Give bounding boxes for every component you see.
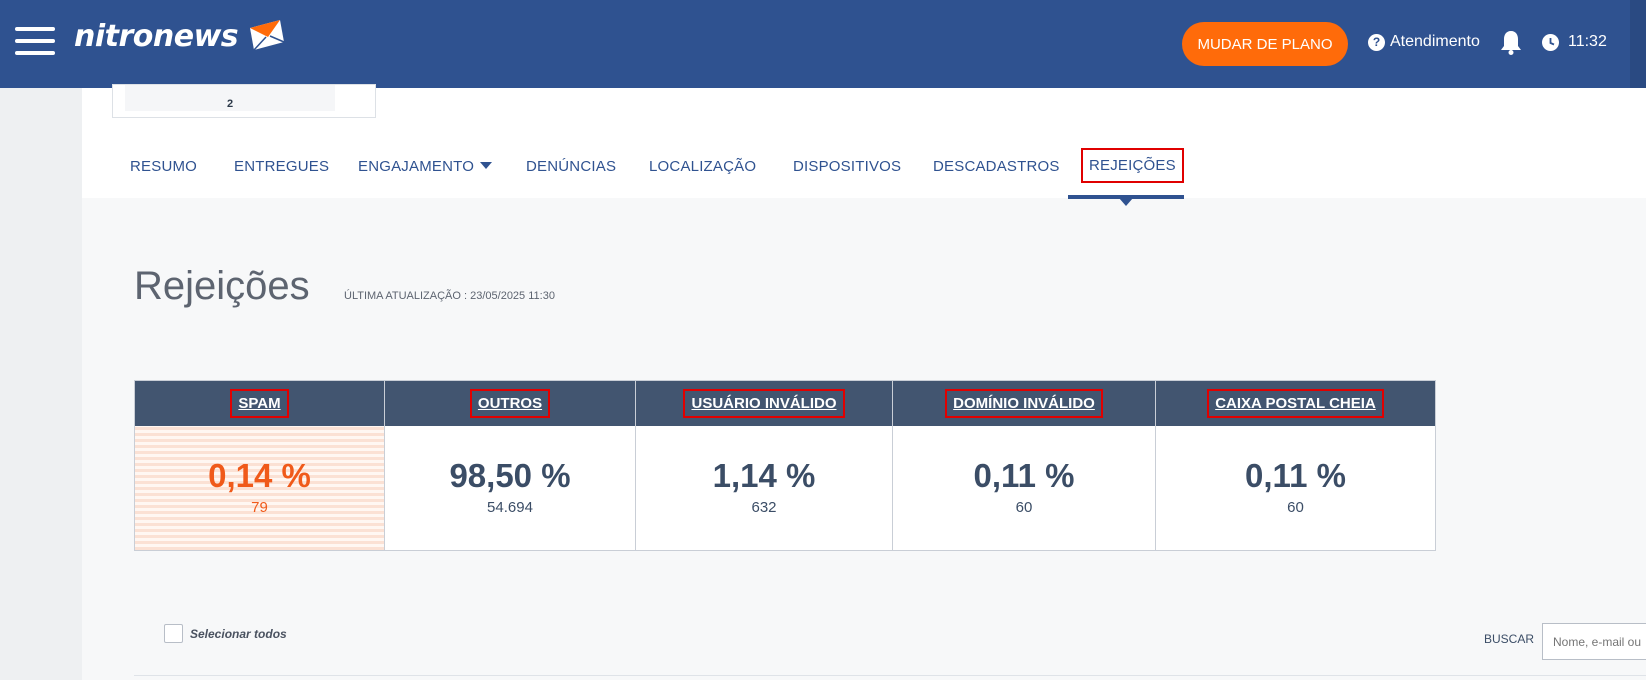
search-label: BUSCAR xyxy=(1484,632,1535,646)
stat-spam[interactable]: SPAM 0,14 % 79 xyxy=(135,381,385,550)
change-plan-button[interactable]: MUDAR DE PLANO xyxy=(1182,22,1348,66)
stat-caixa-postal-cheia-link[interactable]: CAIXA POSTAL CHEIA xyxy=(1207,389,1384,418)
tab-descadastros[interactable]: DESCADASTROS xyxy=(933,158,1060,175)
last-update: ÚLTIMA ATUALIZAÇÃO : 23/05/2025 11:30 xyxy=(344,290,555,302)
rejections-stats-table: SPAM 0,14 % 79 OUTROS 98,50 % 54.694 USU… xyxy=(134,380,1436,551)
bell-icon[interactable] xyxy=(1500,29,1522,55)
select-all[interactable]: Selecionar todos xyxy=(164,624,287,643)
stat-header: DOMÍNIO INVÁLIDO xyxy=(893,381,1155,426)
top-navbar: nitronews MUDAR DE PLANO ? Atendimento 1… xyxy=(0,0,1646,88)
tab-localizacao[interactable]: LOCALIZAÇÃO xyxy=(649,158,756,175)
clock-icon xyxy=(1542,33,1559,51)
scrollbar[interactable] xyxy=(1630,0,1646,88)
help-icon: ? xyxy=(1368,33,1385,51)
left-margin xyxy=(0,88,82,680)
stat-header: CAIXA POSTAL CHEIA xyxy=(1156,381,1435,426)
stat-spam-count: 79 xyxy=(251,499,268,516)
stat-outros-count: 54.694 xyxy=(487,499,533,516)
stat-header: SPAM xyxy=(135,381,384,426)
caret-down-icon xyxy=(480,162,493,169)
stat-dominio-invalido[interactable]: DOMÍNIO INVÁLIDO 0,11 % 60 xyxy=(893,381,1156,550)
stat-caixa-postal-cheia[interactable]: CAIXA POSTAL CHEIA 0,11 % 60 xyxy=(1156,381,1435,550)
stat-usuario-invalido-count: 632 xyxy=(751,499,777,516)
stat-outros-link[interactable]: OUTROS xyxy=(469,389,551,418)
tab-denuncias[interactable]: DENÚNCIAS xyxy=(526,158,616,175)
stat-dominio-invalido-percent: 0,11 % xyxy=(973,457,1075,494)
stat-dominio-invalido-count: 60 xyxy=(1015,499,1033,516)
select-all-label: Selecionar todos xyxy=(190,626,287,641)
stat-caixa-postal-cheia-percent: 0,11 % xyxy=(1245,457,1346,494)
stat-body: 0,14 % 79 xyxy=(135,426,384,550)
tab-resumo[interactable]: RESUMO xyxy=(130,158,197,175)
stat-body: 98,50 % 54.694 xyxy=(385,426,635,550)
stat-header: OUTROS xyxy=(385,381,635,426)
previous-card: 2 xyxy=(112,84,376,118)
stat-header: USUÁRIO INVÁLIDO xyxy=(636,381,892,426)
tab-engajamento[interactable]: ENGAJAMENTO xyxy=(358,158,493,175)
stat-body: 0,11 % 60 xyxy=(893,426,1155,550)
stat-usuario-invalido-percent: 1,14 % xyxy=(712,457,816,494)
stat-body: 0,11 % 60 xyxy=(1156,426,1435,550)
envelope-logo-icon xyxy=(250,20,285,51)
hamburger-menu-icon[interactable] xyxy=(15,27,55,57)
clock: 11:32 xyxy=(1542,33,1607,51)
search-input[interactable] xyxy=(1542,623,1646,660)
previous-card-value: 2 xyxy=(125,85,335,111)
tab-engajamento-label: ENGAJAMENTO xyxy=(358,158,475,175)
clock-time: 11:32 xyxy=(1568,33,1607,50)
divider xyxy=(134,675,1646,676)
stat-usuario-invalido-link[interactable]: USUÁRIO INVÁLIDO xyxy=(683,389,845,418)
support-link[interactable]: ? Atendimento xyxy=(1368,33,1480,51)
tabs-bar: 2 RESUMO ENTREGUES ENGAJAMENTO DENÚNCIAS… xyxy=(82,84,1646,206)
stat-spam-link[interactable]: SPAM xyxy=(230,389,289,418)
stat-caixa-postal-cheia-count: 60 xyxy=(1287,499,1304,516)
stat-outros-percent: 98,50 % xyxy=(449,457,571,494)
main-content: 2 RESUMO ENTREGUES ENGAJAMENTO DENÚNCIAS… xyxy=(82,84,1646,680)
support-label: Atendimento xyxy=(1390,33,1480,50)
tab-dispositivos[interactable]: DISPOSITIVOS xyxy=(793,158,901,175)
stat-dominio-invalido-link[interactable]: DOMÍNIO INVÁLIDO xyxy=(945,389,1103,418)
stat-outros[interactable]: OUTROS 98,50 % 54.694 xyxy=(385,381,636,550)
tab-entregues[interactable]: ENTREGUES xyxy=(234,158,329,175)
brand-name: nitronews xyxy=(74,18,239,54)
tab-rejeicoes[interactable]: REJEIÇÕES xyxy=(1081,148,1184,183)
page-title: Rejeições xyxy=(134,264,310,308)
select-all-checkbox[interactable] xyxy=(164,624,183,643)
stat-spam-percent: 0,14 % xyxy=(208,457,311,494)
brand-logo[interactable]: nitronews xyxy=(74,18,286,54)
active-tab-arrow xyxy=(1119,198,1133,206)
stat-usuario-invalido[interactable]: USUÁRIO INVÁLIDO 1,14 % 632 xyxy=(636,381,893,550)
stat-body: 1,14 % 632 xyxy=(636,426,892,550)
